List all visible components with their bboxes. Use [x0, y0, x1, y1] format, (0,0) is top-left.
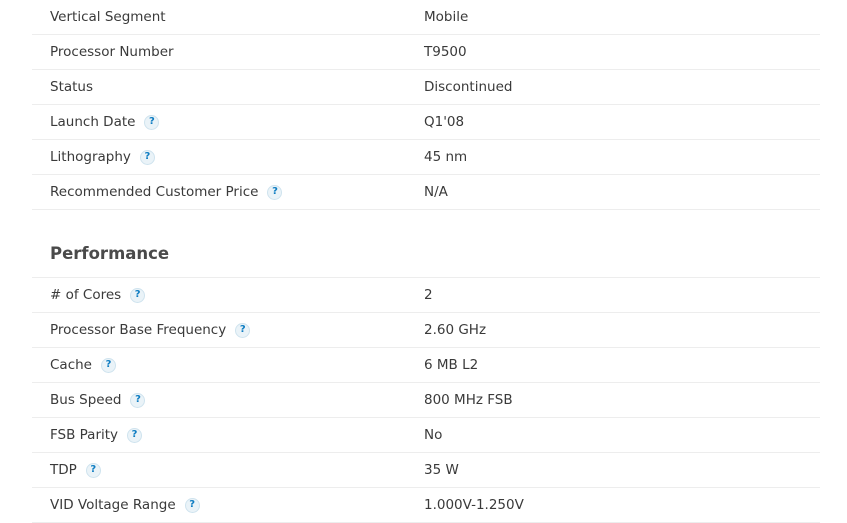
spec-row-processor-number: Processor Number T9500: [32, 35, 820, 70]
spec-label: Processor Number: [50, 44, 174, 60]
spec-label: Status: [50, 79, 94, 95]
spec-label: Vertical Segment: [50, 9, 166, 25]
spec-label: FSB Parity?: [50, 426, 143, 444]
spec-value: T9500: [424, 44, 467, 60]
spec-row-cores: # of Cores? 2: [32, 278, 820, 313]
spec-label: Cache?: [50, 356, 116, 374]
spec-table: Vertical Segment Mobile Processor Number…: [0, 0, 847, 523]
spec-value: Mobile: [424, 9, 469, 25]
spec-value: No: [424, 427, 443, 443]
spec-label: Recommended Customer Price?: [50, 183, 283, 201]
spec-label: Launch Date?: [50, 113, 160, 131]
spec-label: VID Voltage Range?: [50, 496, 200, 514]
spec-value: 800 MHz FSB: [424, 392, 513, 408]
spec-value: Q1'08: [424, 114, 465, 130]
spec-row-lithography: Lithography? 45 nm: [32, 140, 820, 175]
help-icon[interactable]: ?: [267, 184, 283, 200]
spec-row-vertical-segment: Vertical Segment Mobile: [32, 0, 820, 35]
help-icon[interactable]: ?: [130, 287, 146, 303]
spec-label: Lithography?: [50, 148, 155, 166]
spec-row-tdp: TDP? 35 W: [32, 453, 820, 488]
spec-label: Processor Base Frequency?: [50, 321, 251, 339]
spec-row-status: Status Discontinued: [32, 70, 820, 105]
spec-row-cache: Cache? 6 MB L2: [32, 348, 820, 383]
spec-row-base-frequency: Processor Base Frequency? 2.60 GHz: [32, 313, 820, 348]
help-icon[interactable]: ?: [235, 322, 251, 338]
spec-row-bus-speed: Bus Speed? 800 MHz FSB: [32, 383, 820, 418]
help-icon[interactable]: ?: [127, 427, 143, 443]
spec-value: 6 MB L2: [424, 357, 479, 373]
spec-row-launch-date: Launch Date? Q1'08: [32, 105, 820, 140]
help-icon[interactable]: ?: [139, 149, 155, 165]
help-icon[interactable]: ?: [85, 462, 101, 478]
spec-value: Discontinued: [424, 79, 513, 95]
spec-label: Bus Speed?: [50, 391, 146, 409]
help-icon[interactable]: ?: [184, 497, 200, 513]
spec-row-recommended-customer-price: Recommended Customer Price? N/A: [32, 175, 820, 210]
section-title-performance: Performance: [50, 244, 170, 263]
spec-label: TDP?: [50, 461, 101, 479]
help-icon[interactable]: ?: [144, 114, 160, 130]
spec-value: 1.000V-1.250V: [424, 497, 524, 513]
spec-value: N/A: [424, 184, 448, 200]
spec-value: 35 W: [424, 462, 459, 478]
help-icon[interactable]: ?: [100, 357, 116, 373]
spec-row-fsb-parity: FSB Parity? No: [32, 418, 820, 453]
spec-value: 2.60 GHz: [424, 322, 487, 338]
spec-row-vid-voltage-range: VID Voltage Range? 1.000V-1.250V: [32, 488, 820, 523]
spec-label: # of Cores?: [50, 286, 146, 304]
help-icon[interactable]: ?: [130, 392, 146, 408]
spec-value: 2: [424, 287, 433, 303]
spec-value: 45 nm: [424, 149, 468, 165]
